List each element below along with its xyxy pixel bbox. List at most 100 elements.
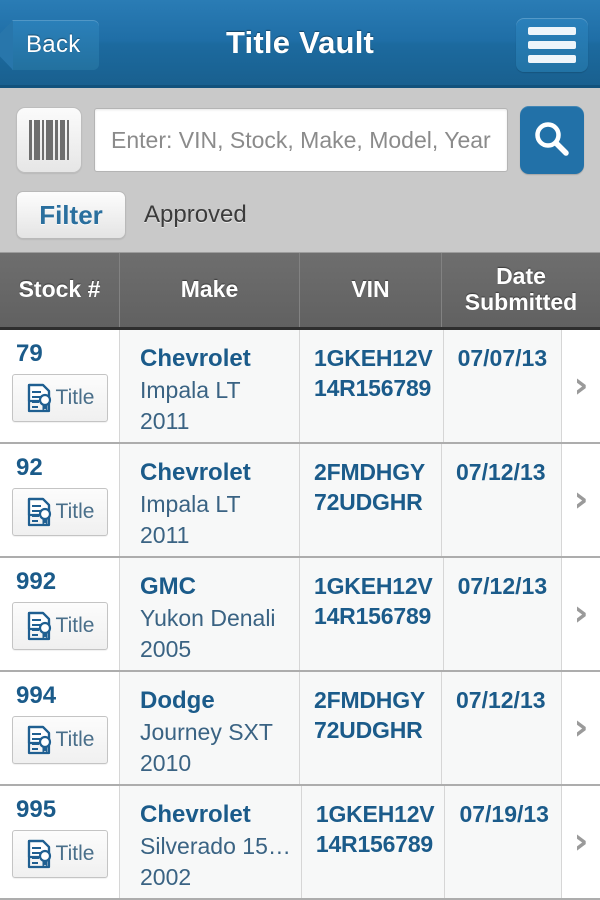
search-input-placeholder: Enter: VIN, Stock, Make, Model, Year [111,126,491,153]
menu-bar-2 [528,41,576,49]
title-button-label: Title [55,614,95,637]
stock-number: 79 [16,340,43,367]
column-header-date-line1: Date [496,263,546,290]
cell-date-submitted: 07/12/13 [442,672,562,784]
table-row[interactable]: 79 Title Chevrolet Impala LT 2011 1GKEH1… [0,330,600,444]
date-submitted: 07/12/13 [457,573,548,599]
vin-line-2: 14R156789 [314,374,432,401]
back-button-label: Back [26,31,81,58]
app-header: Back Title Vault [0,0,600,88]
table-row[interactable]: 92 Title Chevrolet Impala LT 2011 2FMDHG… [0,444,600,558]
document-seal-icon [27,497,51,527]
cell-detail-arrow[interactable]: › [562,444,600,556]
title-button[interactable]: Title [12,830,108,878]
document-seal-icon [27,611,51,641]
column-header-stock[interactable]: Stock # [0,253,120,327]
stock-number: 992 [16,568,57,595]
filter-button[interactable]: Filter [16,191,126,239]
date-submitted: 07/19/13 [459,801,549,827]
column-header-vin[interactable]: VIN [300,253,442,327]
column-header-make[interactable]: Make [120,253,300,327]
barcode-bar [34,120,40,160]
cell-detail-arrow[interactable]: › [562,672,600,784]
vin-line-2: 14R156789 [315,830,434,857]
cell-make: Chevrolet Impala LT 2011 [120,444,300,556]
cell-vin: 1GKEH12V 14R156789 [300,558,444,670]
table-row[interactable]: 995 Title Chevrolet Silverado 15… 2002 1… [0,786,600,900]
filter-status-label: Approved [144,201,247,228]
barcode-bar [55,120,58,160]
cell-vin: 2FMDHGY 72UDGHR [300,672,442,784]
vehicle-model: Journey SXT [140,718,273,745]
title-button-label: Title [55,728,95,751]
cell-detail-arrow[interactable]: › [562,330,600,442]
stock-number: 92 [16,454,43,481]
column-header-date-line2: Submitted [464,289,578,315]
vehicle-make: Chevrolet [140,801,251,829]
cell-date-submitted: 07/12/13 [443,558,562,670]
cell-detail-arrow[interactable]: › [562,786,600,898]
hamburger-menu-icon[interactable] [516,18,588,72]
document-seal-icon [27,725,51,755]
barcode-scan-icon[interactable] [16,107,82,173]
title-button[interactable]: Title [12,374,108,422]
cell-vin: 1GKEH12V 14R156789 [300,330,444,442]
table-row[interactable]: 994 Title Dodge Journey SXT 2010 2FMDHGY… [0,672,600,786]
cell-vin: 1GKEH12V 14R156789 [301,786,446,898]
vin-line-1: 1GKEH12V [315,801,435,827]
title-button[interactable]: Title [12,602,108,650]
vehicle-model: Silverado 15… [140,832,291,859]
document-seal-icon [27,383,51,413]
vin-line-1: 1GKEH12V [314,345,433,371]
cell-stock: 79 Title [0,330,120,442]
back-button[interactable]: Back [0,20,99,70]
title-table: Stock # Make VIN Date Submitted 79 Title… [0,253,600,900]
title-button-label: Title [55,500,95,523]
cell-date-submitted: 07/07/13 [443,330,562,442]
title-button[interactable]: Title [12,716,108,764]
chevron-right-icon: › [573,365,589,406]
search-icon [535,122,569,156]
vehicle-make: GMC [140,573,196,601]
column-header-date-submitted[interactable]: Date Submitted [442,253,600,327]
title-button-label: Title [55,386,95,409]
title-button[interactable]: Title [12,488,108,536]
cell-make: GMC Yukon Denali 2005 [120,558,300,670]
vehicle-year: 2011 [140,521,190,548]
vin-line-2: 72UDGHR [314,488,423,515]
stock-number: 994 [16,682,57,709]
vehicle-make: Dodge [140,687,215,715]
vehicle-model: Yukon Denali [140,604,276,631]
cell-date-submitted: 07/12/13 [442,444,562,556]
vehicle-year: 2005 [140,635,192,662]
search-input[interactable]: Enter: VIN, Stock, Make, Model, Year [94,108,508,172]
chevron-right-icon: › [573,821,589,862]
table-header-row: Stock # Make VIN Date Submitted [0,253,600,330]
search-button[interactable] [519,106,584,174]
date-submitted: 07/12/13 [456,459,546,485]
vin-line-1: 2FMDHGY [314,459,426,485]
table-row[interactable]: 992 Title GMC Yukon Denali 2005 1GKEH12V… [0,558,600,672]
vehicle-year: 2011 [140,407,190,434]
vin-line-2: 14R156789 [314,602,432,629]
barcode-bar [42,120,44,160]
cell-make: Chevrolet Impala LT 2011 [120,330,300,442]
document-seal-icon [27,839,51,869]
search-toolbar: Enter: VIN, Stock, Make, Model, Year Fil… [0,88,600,253]
vehicle-make: Chevrolet [140,345,251,373]
title-button-label: Title [55,842,95,865]
cell-detail-arrow[interactable]: › [562,558,600,670]
cell-vin: 2FMDHGY 72UDGHR [300,444,442,556]
chevron-right-icon: › [573,593,589,634]
vehicle-year: 2002 [140,863,192,890]
vehicle-year: 2010 [140,749,192,776]
table-body: 79 Title Chevrolet Impala LT 2011 1GKEH1… [0,330,600,900]
cell-date-submitted: 07/19/13 [445,786,562,898]
stock-number: 995 [16,796,57,823]
vehicle-make: Chevrolet [140,459,251,487]
vin-line-1: 2FMDHGY [314,687,426,713]
filter-row: Filter Approved [0,174,600,239]
menu-bar-1 [528,27,576,35]
barcode-bar [29,120,32,160]
cell-make: Dodge Journey SXT 2010 [120,672,300,784]
